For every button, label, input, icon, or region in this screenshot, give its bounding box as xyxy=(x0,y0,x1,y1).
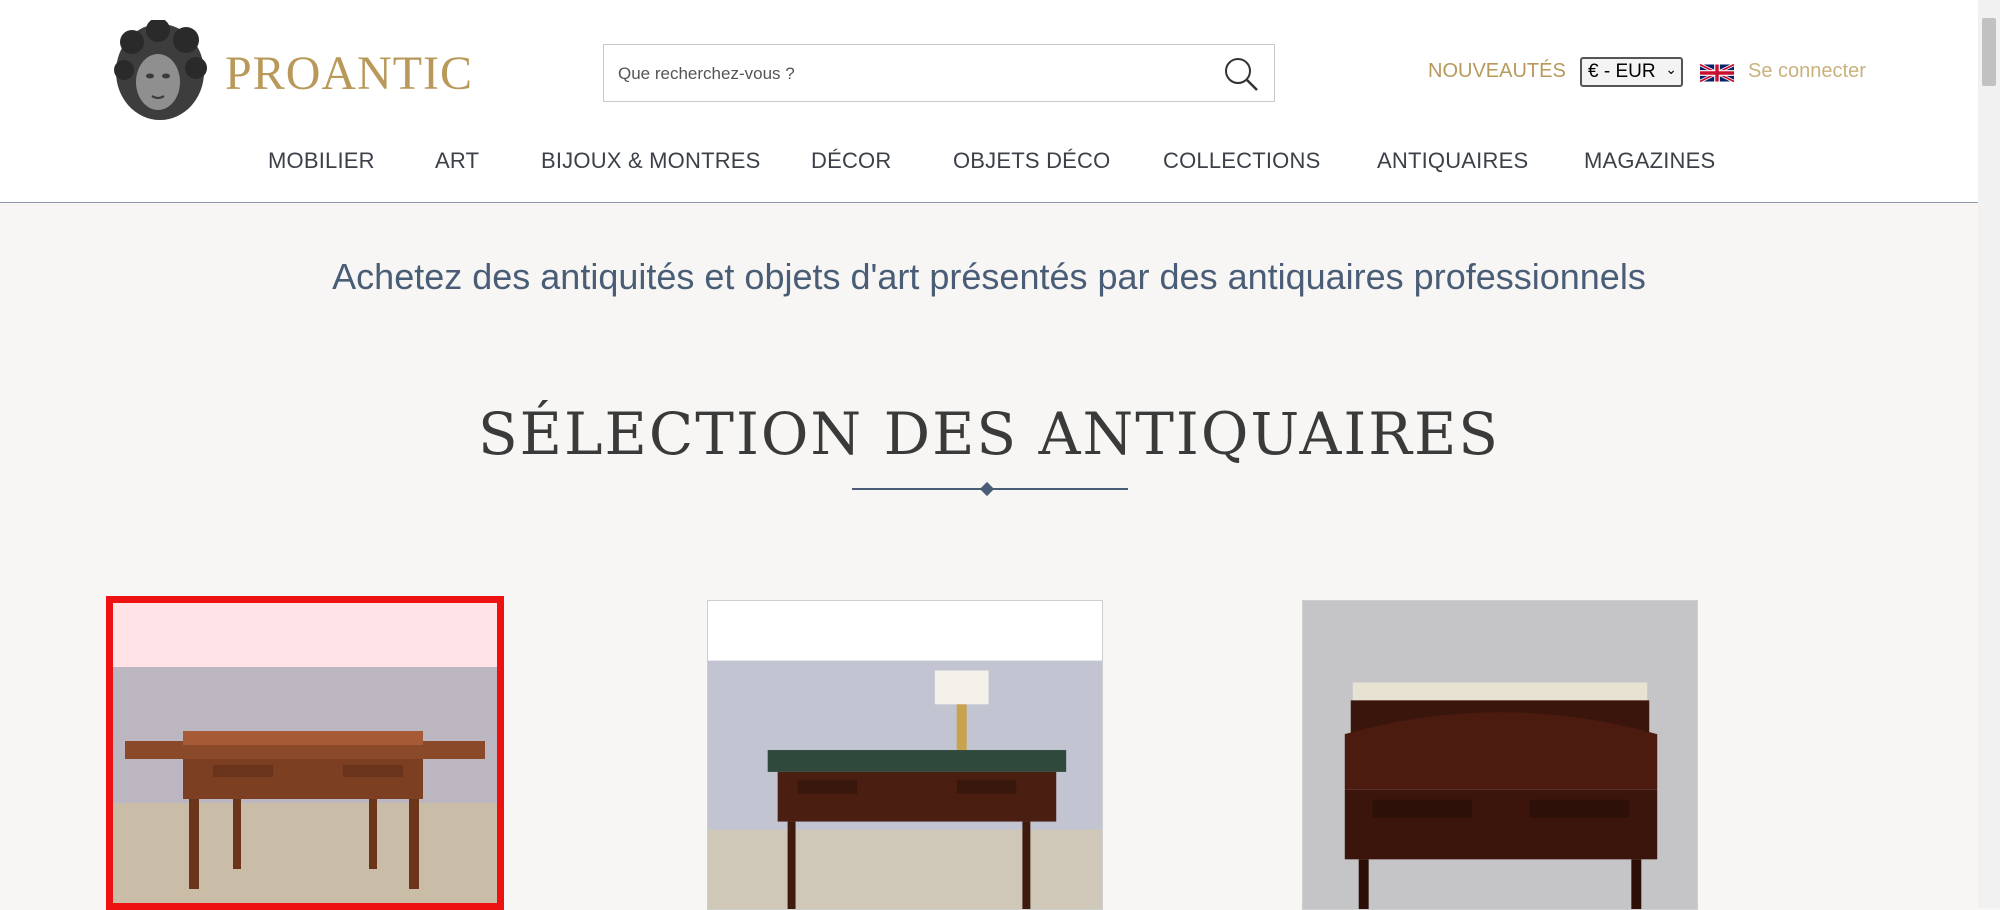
desk-image-1 xyxy=(113,603,497,903)
main-nav: MOBILIER ART BIJOUX & MONTRES DÉCOR OBJE… xyxy=(0,148,1978,180)
desk-image-2 xyxy=(708,601,1102,909)
title-divider-ornament xyxy=(979,481,995,497)
nav-item-antiquaires[interactable]: ANTIQUAIRES xyxy=(1377,148,1528,174)
desk-image-3 xyxy=(1303,601,1697,909)
search-box xyxy=(603,44,1275,103)
nav-item-objets-deco[interactable]: OBJETS DÉCO xyxy=(953,148,1110,174)
scrollbar[interactable] xyxy=(1978,0,2000,908)
logo-bust-icon[interactable] xyxy=(110,20,210,124)
nav-item-art[interactable]: ART xyxy=(435,148,479,174)
login-link[interactable]: Se connecter xyxy=(1748,60,1866,83)
section-title: SÉLECTION DES ANTIQUAIRES xyxy=(477,400,1501,468)
currency-value: € - EUR xyxy=(1588,61,1656,82)
nav-item-mobilier[interactable]: MOBILIER xyxy=(268,148,375,174)
currency-select[interactable]: € - EUR ⌄ xyxy=(1580,57,1683,87)
nav-item-bijoux-montres[interactable]: BIJOUX & MONTRES xyxy=(541,148,761,174)
product-card-3[interactable] xyxy=(1302,600,1698,910)
search-icon[interactable] xyxy=(1222,55,1260,93)
chevron-down-icon: ⌄ xyxy=(1665,61,1677,77)
uk-flag-icon[interactable] xyxy=(1700,60,1734,86)
nav-item-collections[interactable]: COLLECTIONS xyxy=(1163,148,1320,174)
search-input[interactable] xyxy=(616,45,1200,103)
product-card-1[interactable] xyxy=(106,596,504,910)
site-header: PROANTIC NOUVEAUTÉS € - EUR ⌄ Se connect… xyxy=(0,0,1978,203)
logo-text[interactable]: PROANTIC xyxy=(225,46,473,101)
product-card-2[interactable] xyxy=(707,600,1103,910)
tagline: Achetez des antiquités et objets d'art p… xyxy=(332,256,1646,297)
nav-item-magazines[interactable]: MAGAZINES xyxy=(1584,148,1715,174)
scrollbar-thumb[interactable] xyxy=(1982,18,1996,86)
new-arrivals-link[interactable]: NOUVEAUTÉS xyxy=(1428,60,1566,83)
nav-item-decor[interactable]: DÉCOR xyxy=(811,148,891,174)
